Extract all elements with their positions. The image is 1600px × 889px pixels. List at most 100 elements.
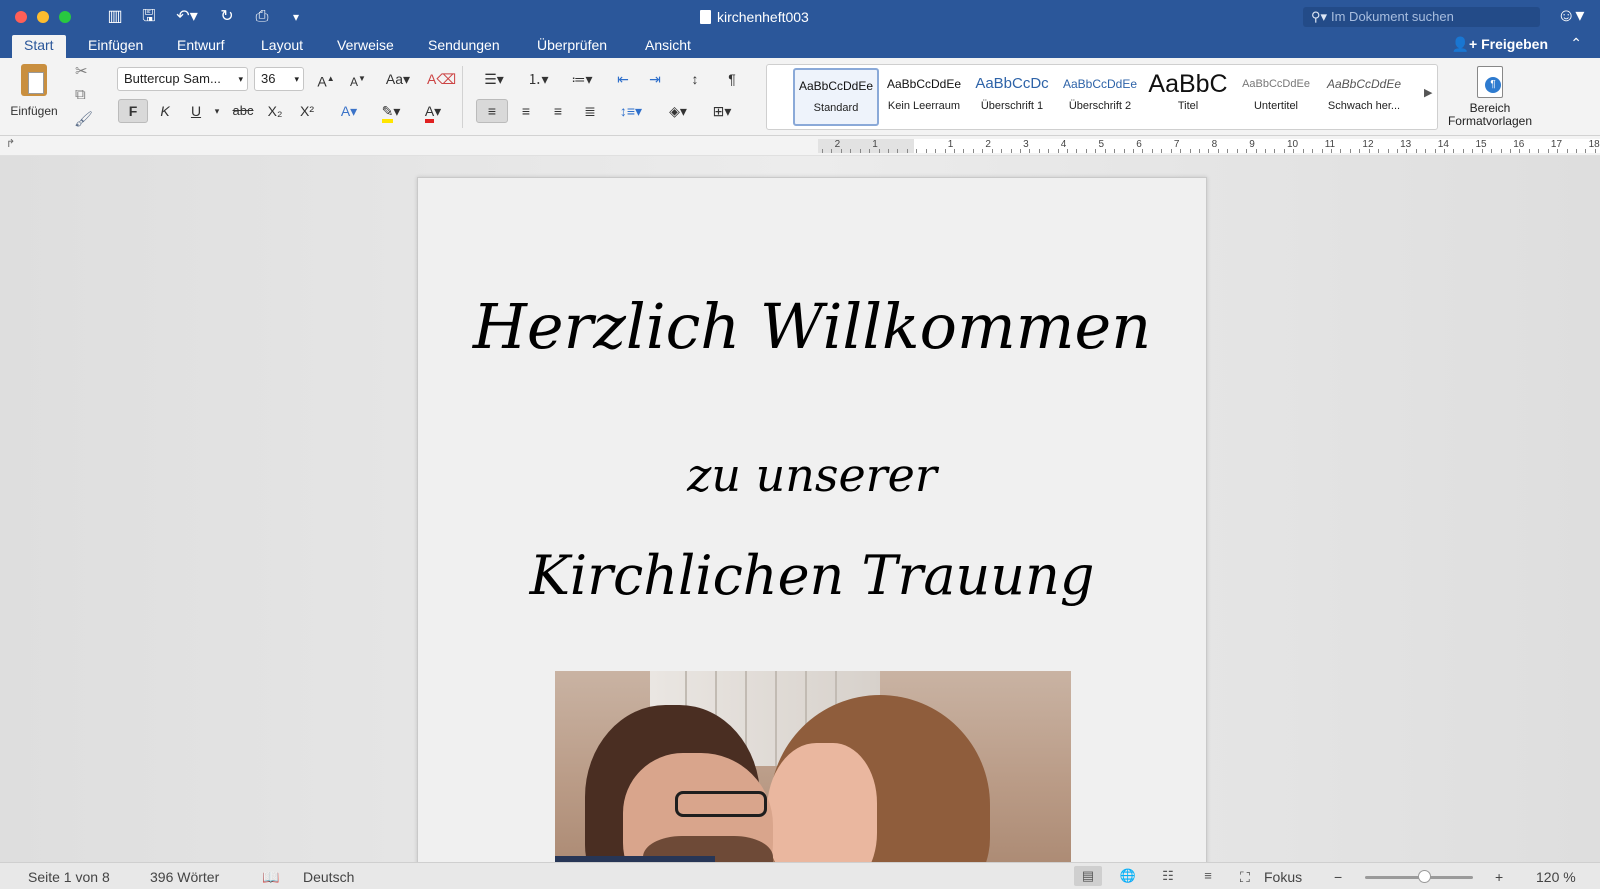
minimize-window-button[interactable] (37, 11, 49, 23)
borders-icon[interactable]: ⊞▾ (703, 99, 741, 123)
close-window-button[interactable] (15, 11, 27, 23)
cut-icon[interactable]: ✂ (75, 62, 88, 80)
clipboard-icon (21, 64, 47, 96)
underline-button[interactable]: U (182, 99, 210, 123)
copy-icon[interactable]: ⧉ (75, 86, 86, 103)
zoom-slider-handle[interactable] (1418, 870, 1432, 883)
zoom-level[interactable]: 120 % (1536, 869, 1576, 885)
shrink-font-button[interactable]: A▼ (344, 67, 372, 91)
language-indicator[interactable]: Deutsch (303, 869, 354, 885)
styles-more-arrow-icon[interactable]: ▶ (1424, 86, 1432, 99)
change-case-button[interactable]: Aa▾ (379, 67, 417, 91)
tab-einfuegen[interactable]: Einfügen (76, 35, 155, 58)
print-icon[interactable]: ⎙ (250, 6, 274, 28)
ruler-tick (1095, 149, 1097, 153)
style-titel[interactable]: AaBbC Titel (1145, 68, 1231, 126)
focus-mode-icon[interactable]: ⛶ (1240, 869, 1250, 886)
underline-options-icon[interactable]: ▾ (210, 99, 224, 123)
ruler-tick (831, 149, 833, 153)
text-effects-icon[interactable]: A▾ (331, 99, 367, 123)
outline-view-icon[interactable]: ☷ (1154, 866, 1182, 886)
share-button[interactable]: 👤+ Freigeben (1452, 36, 1548, 53)
font-name-select[interactable]: Buttercup Sam... ▾ (117, 67, 248, 91)
increase-indent-icon[interactable]: ⇥ (640, 67, 670, 91)
ruler-tick (822, 149, 823, 153)
justify-icon[interactable]: ≣ (575, 99, 605, 123)
zoom-in-icon[interactable]: + (1495, 869, 1503, 885)
tab-entwurf[interactable]: Entwurf (165, 35, 236, 58)
ruler-number: 4 (1060, 139, 1067, 150)
font-color-icon[interactable]: A▾ (414, 99, 452, 123)
clear-formatting-icon[interactable]: A⌫ (427, 67, 456, 91)
line-spacing-icon[interactable]: ↕≡▾ (612, 99, 650, 123)
zoom-out-icon[interactable]: − (1334, 869, 1342, 885)
italic-button[interactable]: K (151, 99, 179, 123)
ruler-tick (1208, 149, 1210, 153)
style-untertitel[interactable]: AaBbCcDdEe Untertitel (1233, 68, 1319, 126)
undo-icon[interactable]: ↶▾ (171, 6, 203, 28)
align-right-icon[interactable]: ≡ (543, 99, 573, 123)
proofing-icon[interactable]: 📖 (262, 869, 279, 886)
redo-icon[interactable]: ↻ (216, 6, 238, 28)
sort-icon[interactable]: ↕ (680, 67, 710, 91)
customize-toolbar-icon[interactable]: ▾ (287, 6, 305, 28)
font-size-select[interactable]: 36 ▾ (254, 67, 304, 91)
tab-sendungen[interactable]: Sendungen (416, 35, 512, 58)
tab-verweise[interactable]: Verweise (325, 35, 406, 58)
strikethrough-button[interactable]: abc (228, 99, 258, 123)
paste-button[interactable]: Einfügen (8, 64, 60, 118)
ribbon-start: Einfügen ✂ ⧉ 🖌 Buttercup Sam... ▾ 36 ▾ A… (0, 58, 1600, 136)
bullets-icon[interactable]: ☰▾ (474, 67, 514, 91)
multilevel-list-icon[interactable]: ≔▾ (562, 67, 602, 91)
couple-photo[interactable] (555, 671, 1071, 862)
zoom-window-button[interactable] (59, 11, 71, 23)
status-bar: Seite 1 von 8 396 Wörter 📖 Deutsch ▤ 🌐 ☷… (0, 862, 1600, 889)
highlight-icon[interactable]: ✎▾ (371, 99, 411, 123)
document-page[interactable]: Herzlich Willkommen zu unserer Kirchlich… (417, 177, 1207, 862)
ruler-tick (1396, 149, 1398, 153)
photo-glasses (675, 791, 767, 817)
align-left-icon[interactable]: ≡ (476, 99, 508, 123)
ruler-tick (1217, 149, 1219, 153)
subscript-button[interactable]: X₂ (261, 99, 289, 123)
tab-ansicht[interactable]: Ansicht (633, 35, 703, 58)
focus-mode-button[interactable]: Fokus (1264, 869, 1302, 885)
tab-layout[interactable]: Layout (249, 35, 315, 58)
style-ueberschrift-2[interactable]: AaBbCcDdEe Überschrift 2 (1057, 68, 1143, 126)
shading-icon[interactable]: ◈▾ (660, 99, 696, 123)
feedback-smiley-icon[interactable]: ☺▾ (1557, 5, 1584, 26)
tab-ueberpruefen[interactable]: Überprüfen (525, 35, 619, 58)
sidebar-toggle-icon[interactable]: ▥ (104, 6, 126, 28)
show-paragraph-marks-icon[interactable]: ¶ (717, 67, 747, 91)
superscript-button[interactable]: X² (293, 99, 321, 123)
heading-ceremony[interactable]: Kirchlichen Trauung (418, 544, 1206, 607)
style-schwach-hervorheben[interactable]: AaBbCcDdEe Schwach her... (1321, 68, 1407, 126)
heading-subline[interactable]: zu unserer (418, 448, 1206, 502)
page-count[interactable]: Seite 1 von 8 (28, 869, 110, 885)
bold-button[interactable]: F (118, 99, 148, 123)
heading-welcome[interactable]: Herzlich Willkommen (418, 290, 1206, 363)
decrease-indent-icon[interactable]: ⇤ (608, 67, 638, 91)
ruler-tick (1434, 149, 1436, 153)
ruler-tick (1462, 149, 1464, 153)
word-count[interactable]: 396 Wörter (150, 869, 219, 885)
ruler-tick (1255, 149, 1257, 153)
collapse-ribbon-icon[interactable]: ⌃ (1570, 35, 1582, 52)
save-icon[interactable]: 🖫 (138, 6, 160, 28)
ruler-tick (1538, 149, 1540, 153)
tab-stop-selector-icon[interactable]: ↱ (6, 137, 15, 150)
align-center-icon[interactable]: ≡ (511, 99, 541, 123)
print-layout-view-icon[interactable]: ▤ (1074, 866, 1102, 886)
numbering-icon[interactable]: ⒈▾ (518, 67, 558, 91)
draft-view-icon[interactable]: ≡ (1194, 866, 1222, 886)
style-ueberschrift-1[interactable]: AaBbCcDc Überschrift 1 (969, 68, 1055, 126)
document-search-input[interactable]: ⚲▾ Im Dokument suchen (1303, 7, 1540, 27)
web-layout-view-icon[interactable]: 🌐 (1114, 866, 1142, 886)
horizontal-ruler[interactable]: 2 1 1 2 3 4 5 6 7 8 9 10 11 12 13 14 15 16 17 18 (818, 139, 1600, 153)
grow-font-button[interactable]: A▲ (312, 67, 340, 91)
style-standard[interactable]: AaBbCcDdEe Standard (793, 68, 879, 126)
styles-pane-button[interactable]: Bereich Formatvorlagen (1439, 66, 1541, 128)
style-kein-leerraum[interactable]: AaBbCcDdEe Kein Leerraum (881, 68, 967, 126)
tab-start[interactable]: Start (12, 35, 66, 58)
format-painter-icon[interactable]: 🖌 (74, 110, 93, 128)
